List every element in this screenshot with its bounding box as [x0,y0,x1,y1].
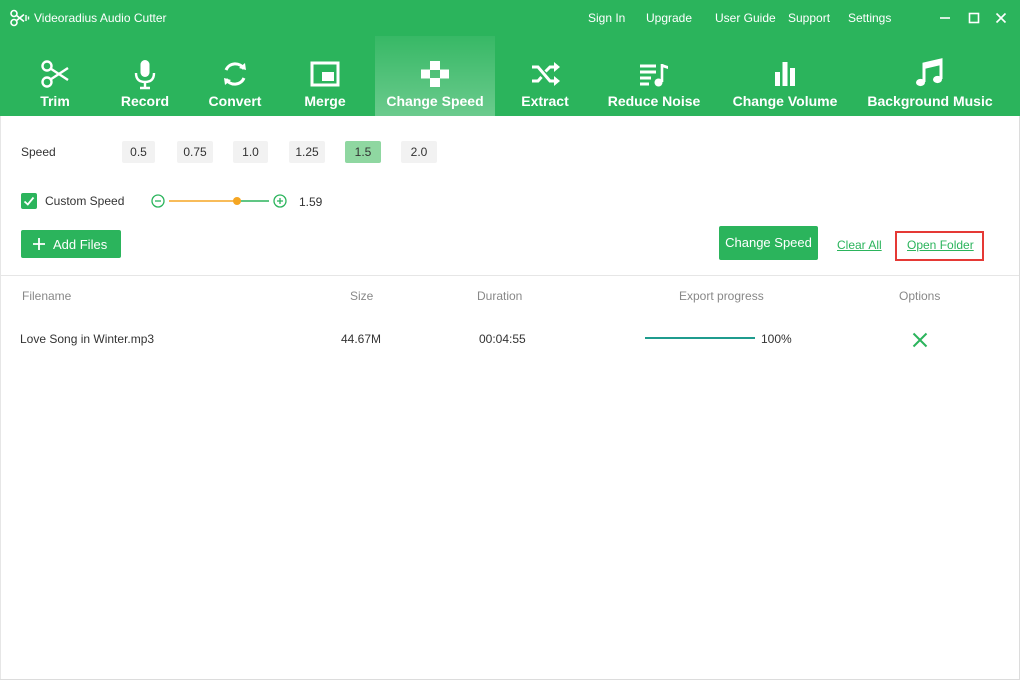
custom-speed-slider[interactable] [150,192,290,210]
tool-change-volume[interactable]: Change Volume [730,36,840,116]
column-filename: Filename [22,289,72,303]
tool-merge[interactable]: Merge [290,36,360,116]
maximize-icon[interactable] [966,10,982,26]
custom-speed-value: 1.59 [299,195,323,209]
column-options: Options [899,289,941,303]
merge-icon [310,61,340,87]
tool-record-label: Record [120,93,170,109]
user-guide-link[interactable]: User Guide [715,11,776,25]
microphone-icon [134,60,156,90]
tool-background-music[interactable]: Background Music [864,36,996,116]
tool-extract[interactable]: Extract [510,36,580,116]
tool-extract-label: Extract [521,93,569,109]
playlist-music-icon [640,64,668,87]
speed-option-0-5[interactable]: 0.5 [122,141,155,163]
close-icon[interactable] [993,10,1009,26]
tool-merge-label: Merge [304,93,346,109]
row-duration: 00:04:55 [479,332,526,346]
speed-option-1-0[interactable]: 1.0 [233,141,268,163]
support-link[interactable]: Support [788,11,830,25]
tool-background-music-label: Background Music [867,93,993,109]
scissors-logo-icon [10,9,30,27]
tool-reduce-noise-label: Reduce Noise [607,93,701,109]
tool-trim[interactable]: Trim [20,36,90,116]
title-bar: Videoradius Audio Cutter Sign In Upgrade… [0,0,1020,36]
tool-convert-label: Convert [208,93,262,109]
clear-all-link[interactable]: Clear All [837,238,882,252]
column-size: Size [350,289,374,303]
row-size: 44.67M [341,332,382,346]
speed-label: Speed [21,145,56,159]
tool-change-speed[interactable]: Change Speed [375,36,495,116]
refresh-icon [224,62,246,86]
add-files-button[interactable]: Add Files [21,230,121,258]
export-progress-bar [645,337,755,339]
custom-speed-label: Custom Speed [45,194,125,208]
change-speed-button[interactable]: Change Speed [719,226,818,260]
tool-record[interactable]: Record [110,36,180,116]
speed-option-1-25[interactable]: 1.25 [289,141,325,163]
tool-change-volume-label: Change Volume [732,93,838,109]
app-title: Videoradius Audio Cutter [34,11,167,25]
speed-option-2-0[interactable]: 2.0 [401,141,437,163]
tool-change-speed-label: Change Speed [386,93,484,109]
speed-option-1-5[interactable]: 1.5 [345,141,381,163]
close-x-icon[interactable] [911,331,929,349]
shuffle-icon [532,62,560,86]
window-border-left [0,116,1,680]
row-progress-percent: 100% [761,332,792,346]
open-folder-link[interactable]: Open Folder [907,238,974,252]
speed-option-0-75[interactable]: 0.75 [177,141,213,163]
slider-handle[interactable] [233,197,241,205]
export-progress-fill [645,337,755,339]
sign-in-link[interactable]: Sign In [588,11,625,25]
minimize-icon[interactable] [937,10,953,26]
music-note-icon [916,58,943,87]
column-duration: Duration [477,289,523,303]
add-files-label: Add Files [53,237,108,252]
custom-speed-checkbox[interactable] [21,193,37,209]
plus-icon [33,238,45,250]
settings-link[interactable]: Settings [848,11,891,25]
tool-reduce-noise[interactable]: Reduce Noise [604,36,704,116]
scissors-icon [41,60,69,88]
main-toolbar: Trim Record Convert Merge Change Speed E… [0,36,1020,116]
tool-trim-label: Trim [40,93,70,109]
bar-chart-icon [775,62,795,86]
app-header: Videoradius Audio Cutter Sign In Upgrade… [0,0,1020,116]
row-filename: Love Song in Winter.mp3 [20,332,155,346]
upgrade-link[interactable]: Upgrade [646,11,692,25]
speed-settings-panel: Speed 0.5 0.75 1.0 1.25 1.5 2.0 Custom S… [0,116,1020,276]
gamepad-icon [421,61,449,87]
column-export-progress: Export progress [679,289,764,303]
tool-convert[interactable]: Convert [198,36,272,116]
